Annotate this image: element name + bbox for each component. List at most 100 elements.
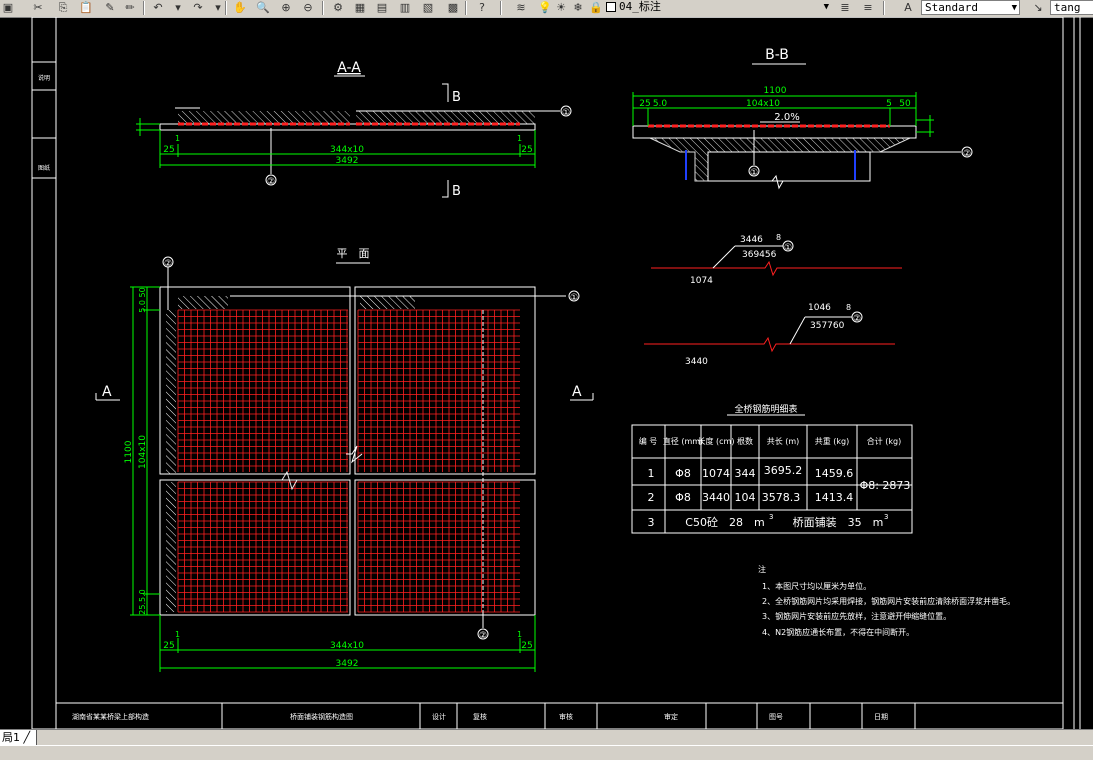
bar1-length: 1074: [690, 276, 713, 286]
lock-icon[interactable]: 🔒: [588, 0, 604, 16]
tb-drawing-name: 桥面铺装钢筋构造图: [290, 712, 353, 721]
row3-no: 3: [648, 516, 655, 529]
row2-count: 104: [735, 491, 756, 504]
calculator-icon[interactable]: ▩: [445, 0, 461, 16]
text-style-icon[interactable]: A: [900, 0, 916, 16]
row1-dia: Φ8: [675, 467, 691, 480]
section-bb-title: B-B: [765, 47, 789, 63]
plan-callout-2-top: ②: [164, 259, 172, 269]
copy-icon[interactable]: ⎘: [55, 0, 71, 16]
zoom-realtime-icon[interactable]: 🔍: [255, 0, 271, 16]
row2-len: 3440: [702, 491, 730, 504]
text-style-select[interactable]: Standard ▼: [921, 0, 1020, 15]
tb-check: 复核: [473, 712, 487, 721]
tool-palettes-icon[interactable]: ▤: [374, 0, 390, 16]
dim-style-icon[interactable]: ↘: [1030, 0, 1046, 16]
bar1-label: 3446: [740, 235, 763, 245]
horizontal-scrollbar[interactable]: [0, 745, 1093, 760]
bar2-dim: 357760: [810, 321, 845, 331]
row2-no: 2: [648, 491, 655, 504]
layer-select[interactable]: 04_标注 ▼: [603, 0, 831, 15]
open-icon[interactable]: ▣: [0, 0, 16, 16]
callout-1: ①: [562, 108, 570, 118]
bb-dim-right2: 50: [899, 99, 911, 109]
brush-icon[interactable]: ✏: [122, 0, 138, 16]
cut-icon[interactable]: ✂: [30, 0, 46, 16]
note-2: 2、全桥钢筋网片均采用焊接，钢筋网片安装前应清除桥面浮浆并凿毛。: [762, 596, 1015, 606]
plan-dim-left: 25: [163, 641, 174, 651]
text-style-value: Standard: [925, 1, 978, 14]
notes-heading: 注: [758, 564, 766, 574]
plan-callout-1: ①: [570, 293, 578, 303]
layer-manager-icon[interactable]: ≋: [513, 0, 529, 16]
pan-icon[interactable]: ✋: [232, 0, 248, 16]
tb-design: 设计: [432, 712, 446, 721]
match-properties-icon[interactable]: ✎: [102, 0, 118, 16]
bar-detail-2: ② 1046 8 357760 3440: [644, 303, 895, 367]
row2-dia: Φ8: [675, 491, 691, 504]
rebar-table: 全桥钢筋明细表 编 号 直径 (mm) 长度 (cm) 根数 共长 (m) 共重…: [631, 403, 913, 534]
tick-left: 1: [175, 134, 180, 143]
plan-tick-left: 1: [175, 630, 180, 639]
zoom-window-icon[interactable]: ⊕: [278, 0, 294, 16]
layer-previous-icon[interactable]: ≣: [837, 0, 853, 16]
total-weight: Φ8: 2873: [860, 479, 911, 492]
tb-date: 日期: [874, 713, 888, 721]
plan-tick-right: 1: [517, 630, 522, 639]
th-count: 根数: [737, 436, 753, 446]
zoom-previous-icon[interactable]: ⊖: [300, 0, 316, 16]
dim-style-value: tang: [1054, 1, 1081, 14]
tb-approve: 审定: [664, 712, 678, 721]
bb-callout-1: ①: [750, 168, 758, 178]
plan-side-mid: 104x10: [138, 435, 148, 469]
cut-mark-b-bottom: B: [452, 184, 461, 199]
plan-callout-2-bottom: ②: [479, 631, 487, 641]
sheet-set-icon[interactable]: ▥: [397, 0, 413, 16]
bar2-callout: ②: [853, 314, 861, 324]
undo-dropdown-icon[interactable]: ▾: [170, 0, 186, 16]
dim-mid: 344x10: [330, 145, 364, 155]
dim-style-select[interactable]: tang: [1050, 0, 1093, 15]
bar1-sub: 8: [776, 233, 781, 242]
dim-left: 25: [163, 145, 174, 155]
paste-icon[interactable]: 📋: [78, 0, 94, 16]
layout-tab-bar: 局1 ╱: [0, 729, 1093, 746]
plan-dim-mid: 344x10: [330, 641, 364, 651]
sun-icon[interactable]: ☀: [553, 0, 569, 16]
markup-icon[interactable]: ▧: [420, 0, 436, 16]
th-total-len: 共长 (m): [767, 436, 800, 446]
cad-toolbar: ▣ ✂ ⎘ 📋 ✎ ✏ ↶ ▾ ↷ ▾ ✋ 🔍 ⊕ ⊖ ⚙ ▦ ▤ ▥ ▧ ▩ …: [0, 0, 1093, 18]
design-center-icon[interactable]: ▦: [352, 0, 368, 16]
bar2-length: 3440: [685, 357, 708, 367]
undo-icon[interactable]: ↶: [150, 0, 166, 16]
notes: 注 1、本图尺寸均以厘米为单位。 2、全桥钢筋网片均采用焊接，钢筋网片安装前应清…: [758, 564, 1015, 637]
bar1-dim: 369456: [742, 250, 777, 260]
drawing-canvas[interactable]: 说明 图纸 A-A B B ① ② 25 344x10 25 3492 1 1 …: [0, 17, 1093, 729]
plan-view: 平 面 A A ② ① ② 25 344x10 25 3492 1 1 1100…: [95, 247, 594, 672]
tab-layout-label: 局1: [2, 731, 20, 744]
row3-paving: 桥面铺装 35 m: [793, 516, 884, 529]
bb-dim-left: 25: [639, 99, 650, 109]
row1-weight: 1459.6: [815, 467, 854, 480]
help-icon[interactable]: ?: [474, 0, 490, 16]
layer-states-icon[interactable]: ≡: [860, 0, 876, 16]
properties-icon[interactable]: ⚙: [330, 0, 346, 16]
chevron-down-icon[interactable]: ▼: [824, 0, 829, 14]
bulb-icon[interactable]: 💡: [537, 0, 553, 16]
bb-dim-total: 1100: [764, 86, 787, 96]
bar2-sub: 8: [846, 303, 851, 312]
freeze-icon[interactable]: ❄: [570, 0, 586, 16]
tab-layout-1[interactable]: 局1 ╱: [0, 730, 38, 745]
layer-name: 04_标注: [619, 0, 661, 13]
cut-mark-a-left: A: [102, 384, 112, 400]
chevron-down-icon[interactable]: ▼: [1012, 1, 1017, 14]
section-bb: B-B 2.0% ① ② 1100 25 5.0 104x10 5 50: [632, 47, 973, 190]
redo-dropdown-icon[interactable]: ▾: [210, 0, 226, 16]
table-title: 全桥钢筋明细表: [734, 403, 797, 415]
plan-dim-right: 25: [521, 641, 532, 651]
bar-detail-1: ① 3446 8 369456 1074: [651, 233, 902, 286]
sidebar-label-notes: 说明: [38, 74, 50, 82]
row1-count: 344: [735, 467, 756, 480]
redo-icon[interactable]: ↷: [190, 0, 206, 16]
note-1: 1、本图尺寸均以厘米为单位。: [762, 581, 871, 591]
